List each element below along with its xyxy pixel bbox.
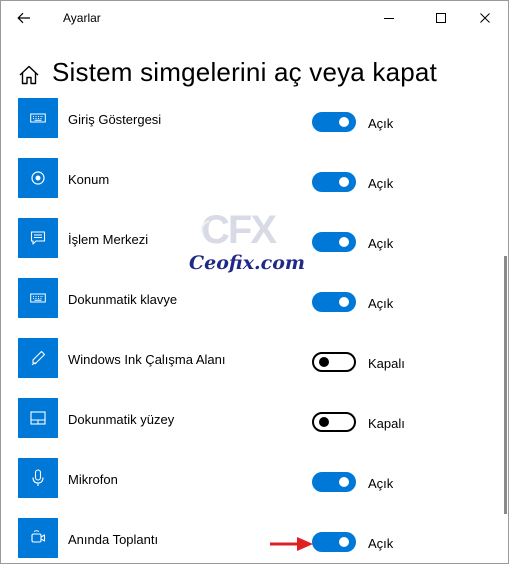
item-tile [18, 158, 58, 198]
back-arrow-icon [17, 12, 30, 24]
close-icon [480, 13, 490, 23]
item-tile [18, 398, 58, 438]
maximize-icon [436, 13, 446, 23]
home-icon[interactable] [17, 63, 41, 87]
toggle-knob [339, 117, 349, 127]
list-item: Mikrofon Açık [1, 454, 491, 514]
list-item: Anında Toplantı Açık [1, 514, 491, 563]
page-title: Sistem simgelerini aç veya kapat [52, 57, 437, 87]
item-tile [18, 338, 58, 378]
toggle-knob [319, 417, 329, 427]
keyboard-icon [30, 113, 46, 123]
toggle-state-label: Açık [368, 116, 394, 131]
toggle-state-label: Açık [368, 536, 394, 551]
item-label: Dokunmatik yüzey [68, 412, 175, 427]
toggle-knob [319, 357, 329, 367]
toggle-state-label: Açık [368, 476, 394, 491]
minimize-button[interactable] [374, 5, 404, 31]
scrollbar-thumb[interactable] [504, 256, 507, 514]
title-bar: Ayarlar [1, 1, 508, 35]
item-label: Giriş Göstergesi [68, 112, 162, 127]
close-button[interactable] [470, 5, 500, 31]
action-center-icon [30, 231, 46, 245]
toggle-switch[interactable] [312, 472, 356, 492]
item-tile [18, 518, 58, 558]
toggle-state-label: Açık [368, 236, 394, 251]
item-tile [18, 458, 58, 498]
settings-window: Ayarlar Sistem simgelerini aç veya kapat [0, 0, 509, 564]
toggle-switch[interactable] [312, 172, 356, 192]
pen-icon [31, 350, 46, 366]
item-label: Windows Ink Çalışma Alanı [68, 352, 226, 367]
item-tile [18, 278, 58, 318]
toggle-switch[interactable] [312, 532, 356, 552]
item-tile [18, 98, 58, 138]
location-icon [31, 171, 45, 185]
watermark-logo-text: CFX [201, 208, 277, 252]
item-label: İşlem Merkezi [68, 232, 149, 247]
toggle-knob [339, 537, 349, 547]
toggle-state-label: Kapalı [368, 416, 405, 431]
toggle-switch[interactable] [312, 232, 356, 252]
toggle-switch[interactable] [312, 292, 356, 312]
item-label: Anında Toplantı [68, 532, 159, 547]
toggle-state-label: Açık [368, 176, 394, 191]
toggle-switch[interactable] [312, 412, 356, 432]
item-tile [18, 218, 58, 258]
meet-now-icon [31, 530, 46, 543]
window-title: Ayarlar [63, 11, 101, 25]
red-arrow-icon [270, 537, 313, 551]
watermark-text: Ceofix.com [189, 252, 305, 274]
back-button[interactable] [11, 5, 37, 31]
item-label: Konum [68, 172, 110, 187]
touchpad-icon [30, 411, 46, 425]
toggle-knob [339, 237, 349, 247]
toggle-knob [339, 477, 349, 487]
toggle-state-label: Açık [368, 296, 394, 311]
toggle-knob [339, 297, 349, 307]
list-item: Dokunmatik klavye Açık [1, 274, 491, 334]
minimize-icon [384, 18, 394, 19]
item-label: Mikrofon [68, 472, 118, 487]
keyboard-icon [30, 293, 46, 303]
list-item: Dokunmatik yüzey Kapalı [1, 394, 491, 454]
toggle-switch[interactable] [312, 352, 356, 372]
toggle-knob [339, 177, 349, 187]
toggle-state-label: Kapalı [368, 356, 405, 371]
microphone-icon [32, 469, 44, 486]
item-label: Dokunmatik klavye [68, 292, 178, 307]
maximize-button[interactable] [426, 5, 456, 31]
toggle-switch[interactable] [312, 112, 356, 132]
list-item: Giriş Göstergesi Açık [1, 94, 491, 154]
list-item: Windows Ink Çalışma Alanı Kapalı [1, 334, 491, 394]
